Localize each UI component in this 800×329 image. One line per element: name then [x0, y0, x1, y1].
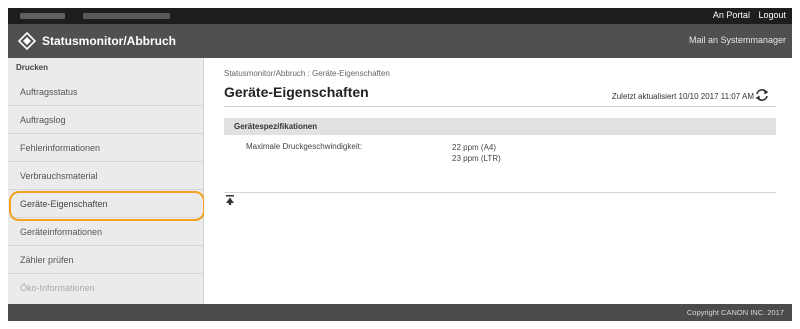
sidebar-item-label: Auftragsstatus: [20, 87, 78, 97]
sidebar-item-auftragslog[interactable]: Auftragslog: [8, 106, 204, 134]
main-content: Statusmonitor/Abbruch : Geräte-Eigenscha…: [204, 58, 792, 304]
footer: Copyright CANON INC. 2017: [8, 304, 792, 321]
sidebar-section-print: Drucken: [16, 63, 49, 72]
portal-link[interactable]: An Portal: [713, 10, 750, 20]
sidebar-item-auftragsstatus[interactable]: Auftragsstatus: [8, 78, 204, 106]
speed-value-a4: 22 ppm (A4): [452, 143, 497, 152]
sidebar-item-geraeteinformationen[interactable]: Geräteinformationen: [8, 218, 204, 246]
refresh-icon[interactable]: [754, 88, 770, 102]
sidebar: Drucken Auftragsstatus Auftragslog Fehle…: [8, 58, 204, 304]
breadcrumb: Statusmonitor/Abbruch : Geräte-Eigenscha…: [224, 69, 390, 78]
sidebar-item-label: Geräteinformationen: [20, 227, 103, 237]
title-divider: [224, 106, 776, 107]
title-bar: Statusmonitor/Abbruch Mail an Systemmana…: [8, 24, 792, 58]
max-print-speed-values: 22 ppm (A4) 23 ppm (LTR): [452, 142, 501, 164]
sidebar-item-label: Auftragslog: [20, 115, 66, 125]
top-bar: An Portal Logout: [8, 8, 792, 24]
spec-section-header: Gerätespezifikationen: [224, 118, 776, 135]
mail-admin-link[interactable]: Mail an Systemmanager: [689, 35, 786, 45]
section-divider: [224, 192, 776, 193]
top-links: An Portal Logout: [707, 10, 786, 20]
sidebar-item-label: Verbrauchsmaterial: [20, 171, 98, 181]
spec-section-title: Gerätespezifikationen: [234, 122, 318, 131]
active-item-highlight: [9, 191, 205, 221]
logo-diamond-icon: [18, 32, 36, 50]
sidebar-item-label: Zähler prüfen: [20, 255, 74, 265]
max-print-speed-label: Maximale Druckgeschwindigkeit:: [246, 142, 363, 151]
sidebar-item-oeko-informationen: Öko-Informationen: [8, 274, 204, 302]
last-updated-text: Zuletzt aktualisiert 10/10 2017 11:07 AM: [611, 92, 754, 101]
copyright-text: Copyright CANON INC. 2017: [686, 308, 784, 317]
blurred-device-name: [20, 13, 170, 19]
back-to-top-icon[interactable]: [226, 195, 234, 205]
sidebar-item-zaehler-pruefen[interactable]: Zähler prüfen: [8, 246, 204, 274]
page-title: Geräte-Eigenschaften: [224, 84, 369, 100]
sidebar-item-label: Fehlerinformationen: [20, 143, 101, 153]
sidebar-item-verbrauchsmaterial[interactable]: Verbrauchsmaterial: [8, 162, 204, 190]
sidebar-item-fehlerinformationen[interactable]: Fehlerinformationen: [8, 134, 204, 162]
sidebar-item-label: Öko-Informationen: [20, 283, 95, 293]
app-title: Statusmonitor/Abbruch: [42, 34, 176, 48]
speed-value-ltr: 23 ppm (LTR): [452, 154, 501, 163]
logout-link[interactable]: Logout: [758, 10, 786, 20]
